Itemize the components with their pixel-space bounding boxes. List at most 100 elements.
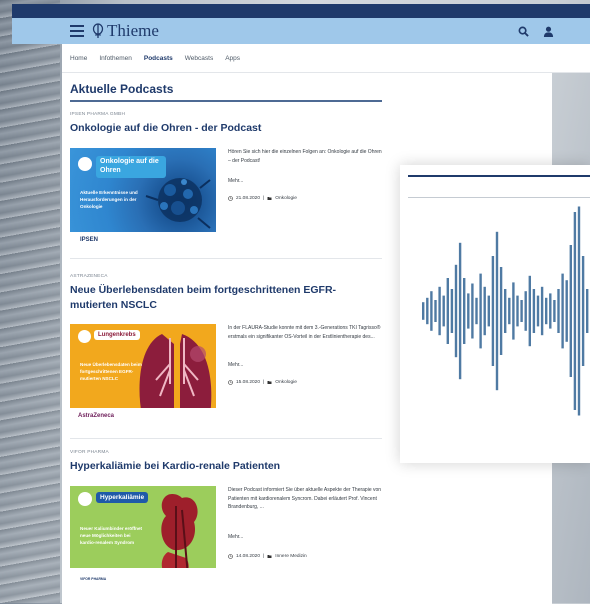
waveform-bar <box>524 291 527 331</box>
nav-item-home[interactable]: Home <box>70 55 87 62</box>
brand-logo[interactable]: Thieme <box>92 21 159 41</box>
sponsor-label: IPSEN PHARMA GMBH <box>70 112 126 117</box>
waveform-bar <box>450 289 454 333</box>
waveform-bar <box>479 273 482 349</box>
thumbnail-text: Neuer Kaliumbinder eröffnet neue Möglich… <box>80 526 143 545</box>
audio-waveform-card <box>400 165 590 463</box>
podcast-thumbnail[interactable]: Lungenkrebs Neue Überlebensdaten beim fo… <box>70 324 216 422</box>
waveform-bar <box>434 300 437 322</box>
podcast-description: In der FLAURA-Studie konnte mit dem 3.-G… <box>228 325 381 340</box>
podcast-mic-icon <box>78 157 92 171</box>
thieme-emblem-icon <box>92 23 104 38</box>
waveform-bar <box>536 295 540 327</box>
waveform-bar <box>504 289 507 333</box>
sponsor-logo: AstraZeneca <box>78 413 115 419</box>
site-header: Thieme <box>12 18 590 44</box>
waveform-bar <box>573 212 577 410</box>
sponsor-label: VIFOR PHARMA <box>70 450 109 455</box>
podcast-category[interactable]: Onkologie <box>275 196 297 201</box>
podcast-category[interactable]: Onkologie <box>275 380 297 385</box>
waveform-bar <box>487 295 490 327</box>
waveform-bar <box>553 300 556 322</box>
nav-item-infothemen[interactable]: Infothemen <box>99 55 132 62</box>
waveform-bar <box>532 289 536 333</box>
waveform-bar <box>467 293 470 329</box>
waveform-bar <box>491 256 495 366</box>
waveform-bar <box>520 300 523 322</box>
section-underline <box>70 100 382 102</box>
clock-icon <box>228 380 233 385</box>
podcast-mic-icon <box>78 330 91 343</box>
waveform-bar <box>561 273 564 349</box>
podcast-date: 21.08.2020 <box>236 196 261 201</box>
waveform-bar <box>438 286 441 336</box>
folder-icon <box>267 197 272 200</box>
waveform-bar <box>557 289 560 333</box>
divider <box>70 438 382 439</box>
podcast-meta: 21.08.2020 | Onkologie <box>228 196 297 201</box>
waveform-bar <box>426 297 429 325</box>
waveform-bar <box>458 242 462 380</box>
podcast-title[interactable]: Neue Überlebensdaten beim fortgeschritte… <box>70 283 382 313</box>
waveform-bar <box>528 275 531 347</box>
more-link[interactable]: Mehr... <box>228 362 243 368</box>
waveform-bar <box>516 295 519 327</box>
user-icon[interactable] <box>543 26 554 37</box>
podcast-mic-icon <box>78 492 92 506</box>
clock-icon <box>228 554 233 559</box>
podcast-thumbnail[interactable]: Hyperkaliämie Neuer Kaliumbinder eröffne… <box>70 486 216 584</box>
waveform-bar <box>569 245 572 377</box>
podcast-date: 15.08.2020 <box>236 380 261 385</box>
menu-icon[interactable] <box>70 25 84 37</box>
thumbnail-text: Neue Überlebensdaten beim fortgeschritte… <box>80 362 142 381</box>
waveform-bar <box>483 286 486 336</box>
background-photo-strip <box>0 0 60 603</box>
waveform-bar <box>454 264 458 358</box>
waveform-bar <box>508 297 511 325</box>
folder-icon <box>267 381 272 384</box>
waveform-bar <box>545 297 548 325</box>
thumbnail-text: Aktuelle Erkenntnisse und Herausforderun… <box>80 190 138 209</box>
podcast-card: VIFOR PHARMA Hyperkaliämie bei Kardio-re… <box>70 450 382 600</box>
podcast-title[interactable]: Onkologie auf die Ohren - der Podcast <box>70 121 382 136</box>
podcast-meta: 14.08.2020 | Innere Medizin <box>228 554 307 559</box>
waveform-bar <box>565 280 568 342</box>
podcast-date: 14.08.2020 <box>236 554 261 559</box>
waveform-bar <box>540 286 544 336</box>
waveform-bar <box>586 289 589 333</box>
podcast-category[interactable]: Innere Medizin <box>275 554 306 559</box>
search-icon[interactable] <box>518 26 529 37</box>
divider <box>70 258 382 259</box>
folder-icon <box>267 555 272 558</box>
top-stripe <box>12 4 590 18</box>
sponsor-logo: VIFOR PHARMA <box>80 577 107 581</box>
more-link[interactable]: Mehr... <box>228 534 243 540</box>
thumbnail-badge: Hyperkaliämie <box>96 492 149 503</box>
more-link[interactable]: Mehr... <box>228 178 243 184</box>
podcast-description: Dieser Podcast informiert Sie über aktue… <box>228 487 382 510</box>
waveform-bar <box>446 278 449 344</box>
section-title: Aktuelle Podcasts <box>70 82 174 96</box>
podcast-title[interactable]: Hyperkaliämie bei Kardio-renale Patiente… <box>70 459 382 474</box>
waveform-bar <box>430 291 433 331</box>
brand-name: Thieme <box>107 21 159 40</box>
waveform-bar <box>577 206 581 416</box>
waveform-bar <box>471 283 474 339</box>
waveform-bar <box>463 278 466 344</box>
podcast-card: ASTRAZENECA Neue Überlebensdaten beim fo… <box>70 274 382 434</box>
audio-waveform <box>422 206 589 416</box>
podcast-thumbnail[interactable]: Onkologie auf die Ohren Aktuelle Erkennt… <box>70 148 216 246</box>
waveform-bar <box>549 293 552 329</box>
clock-icon <box>228 196 233 201</box>
podcast-card: IPSEN PHARMA GMBH Onkologie auf die Ohre… <box>70 112 382 252</box>
podcast-description: Hören Sie sich hier die einzelnen Folgen… <box>228 149 382 164</box>
nav-item-apps[interactable]: Apps <box>225 55 240 62</box>
waveform-bar <box>512 282 515 340</box>
nav-item-podcasts[interactable]: Podcasts <box>144 55 173 62</box>
waveform-bar <box>442 295 445 327</box>
waveform-bar <box>495 231 499 391</box>
nav-item-webcasts[interactable]: Webcasts <box>185 55 213 62</box>
main-nav: Home Infothemen Podcasts Webcasts Apps <box>62 44 590 73</box>
waveform-bar <box>499 267 503 355</box>
thumbnail-badge: Lungenkrebs <box>94 330 140 340</box>
